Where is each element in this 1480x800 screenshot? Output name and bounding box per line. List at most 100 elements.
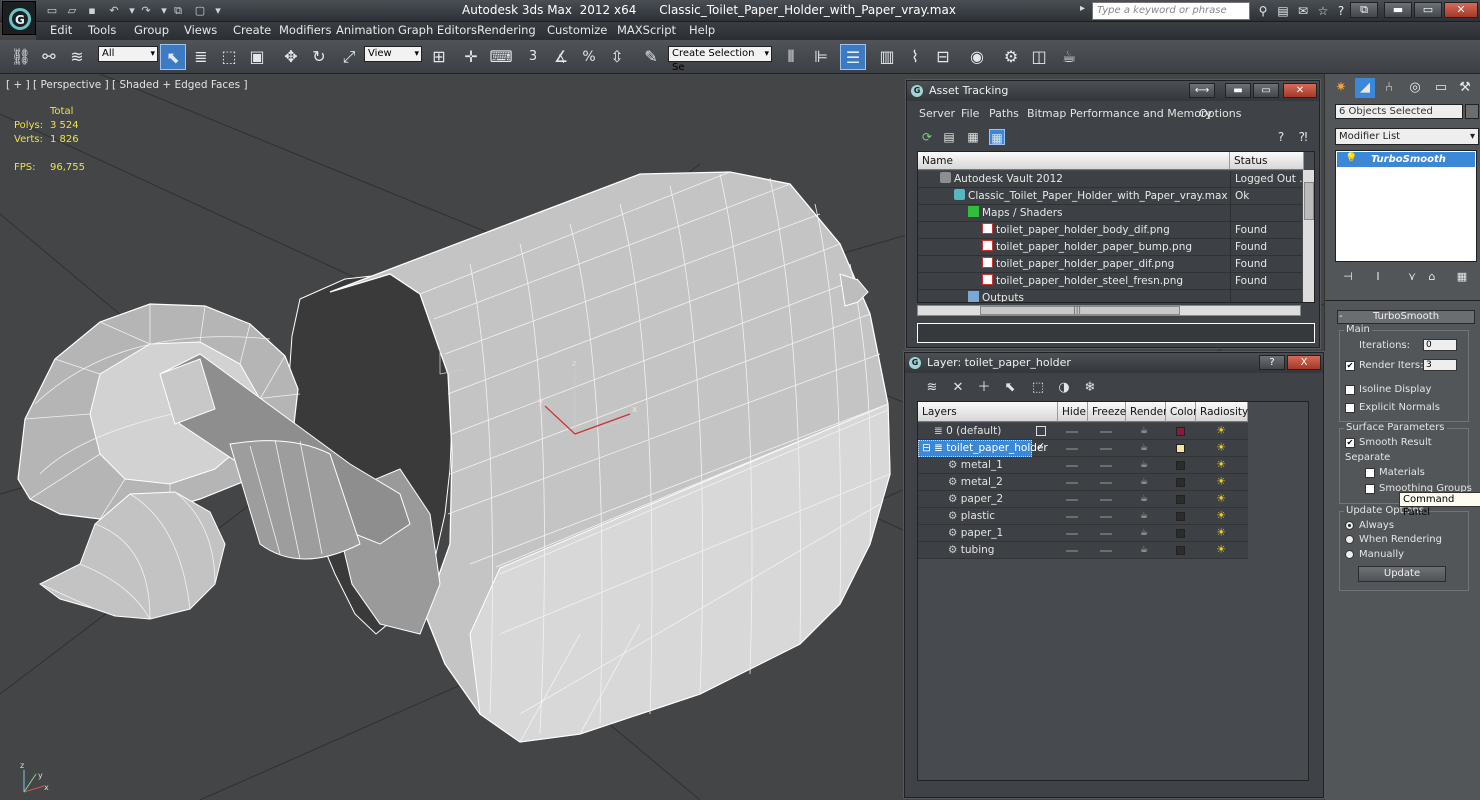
layer-color-swatch[interactable] bbox=[1176, 546, 1185, 555]
render-teapot-icon[interactable]: ☕ bbox=[1140, 512, 1152, 521]
freeze-toggle[interactable] bbox=[1100, 499, 1112, 501]
select-and-move-icon[interactable]: ✥ bbox=[278, 44, 304, 70]
layer-row[interactable]: ⚙ tubing ☕ ☀ bbox=[918, 542, 1248, 559]
render-iters-spinner[interactable]: 3 bbox=[1423, 359, 1457, 371]
freeze-toggle[interactable] bbox=[1100, 448, 1112, 450]
asset-help-icon[interactable]: ? bbox=[1273, 129, 1289, 145]
hide-toggle[interactable] bbox=[1066, 431, 1078, 433]
render-teapot-icon[interactable]: ☕ bbox=[1140, 546, 1152, 555]
radiosity-sun-icon[interactable]: ☀ bbox=[1214, 442, 1228, 454]
freeze-toggle[interactable] bbox=[1100, 550, 1112, 552]
asset-question-icon[interactable]: ⁈ bbox=[1295, 129, 1311, 145]
asset-menu-file[interactable]: File bbox=[961, 107, 979, 120]
render-teapot-icon[interactable]: ☕ bbox=[1140, 461, 1152, 470]
edit-named-selection-icon[interactable]: ✎ bbox=[638, 44, 664, 70]
asset-menu-bitmap[interactable]: Bitmap Performance and Memory bbox=[1027, 107, 1212, 120]
render-teapot-icon[interactable]: ☕ bbox=[1140, 495, 1152, 504]
asset-minimize-button[interactable]: ▬ bbox=[1225, 83, 1251, 98]
window-restore-button[interactable]: ⧉ bbox=[1350, 2, 1378, 18]
unlink-icon[interactable]: ⚯ bbox=[36, 44, 62, 70]
mirror-icon[interactable]: ⫴ bbox=[778, 44, 804, 70]
viewport-label-menu[interactable]: [ + ] [ Perspective ] [ Shaded + Edged F… bbox=[6, 79, 248, 91]
table-row[interactable]: toilet_paper_holder_steel_fresn.png Foun… bbox=[918, 273, 1302, 290]
collapse-icon[interactable]: - bbox=[1339, 311, 1343, 322]
app-logo-icon[interactable]: G bbox=[2, 1, 36, 35]
layer-manager-icon[interactable]: ☰ bbox=[840, 44, 866, 70]
scroll-thumb[interactable]: ||| bbox=[980, 305, 1180, 315]
motion-tab-icon[interactable]: ◎ bbox=[1405, 78, 1425, 98]
redo-icon[interactable]: ↷ bbox=[138, 3, 154, 18]
keyboard-shortcut-override-icon[interactable]: ⌨ bbox=[488, 44, 514, 70]
window-crossing-icon[interactable]: ▣ bbox=[244, 44, 270, 70]
layer-color-swatch[interactable] bbox=[1176, 427, 1185, 436]
smooth-result-checkbox[interactable]: ✔ bbox=[1345, 438, 1355, 448]
layer-row-selected[interactable]: ⊟ ≣ toilet_paper_holder ✓ ☕ ☀ bbox=[918, 440, 1248, 457]
curve-editor-icon[interactable]: ⌇ bbox=[902, 44, 928, 70]
column-header-radiosity[interactable]: Radiosity bbox=[1196, 402, 1248, 422]
select-and-link-icon[interactable]: ⛓ bbox=[8, 44, 34, 70]
explicit-normals-checkbox[interactable] bbox=[1345, 403, 1355, 413]
column-header-color[interactable]: Color bbox=[1166, 402, 1197, 422]
reference-coordinate-dropdown[interactable]: View bbox=[364, 46, 422, 62]
delete-layer-icon[interactable]: ✕ bbox=[949, 379, 967, 397]
menu-modifiers[interactable]: Modifiers bbox=[279, 23, 332, 37]
named-selection-set-dropdown[interactable]: Create Selection Se bbox=[668, 46, 772, 73]
configure-sets-icon[interactable]: ▦ bbox=[1455, 270, 1469, 284]
utilities-tab-icon[interactable]: ⚒ bbox=[1455, 78, 1475, 98]
refresh-icon[interactable]: ⟳ bbox=[919, 129, 935, 145]
radiosity-sun-icon[interactable]: ☀ bbox=[1214, 493, 1228, 505]
layer-close-button[interactable]: X bbox=[1287, 355, 1321, 370]
project-folder-icon[interactable]: ▢ bbox=[192, 3, 208, 18]
schematic-view-icon[interactable]: ⊟ bbox=[930, 44, 956, 70]
layer-color-swatch[interactable] bbox=[1176, 512, 1185, 521]
rollout-header[interactable]: TurboSmooth bbox=[1337, 310, 1475, 324]
subscription-icon[interactable]: ▤ bbox=[1274, 3, 1292, 19]
table-row[interactable]: toilet_paper_holder_paper_bump.png Found bbox=[918, 239, 1302, 256]
angle-snap-icon[interactable]: ∡ bbox=[548, 44, 574, 70]
update-button[interactable]: Update bbox=[1358, 566, 1446, 582]
radiosity-sun-icon[interactable]: ☀ bbox=[1214, 544, 1228, 556]
hide-toggle[interactable] bbox=[1066, 465, 1078, 467]
favorites-star-icon[interactable]: ☆ bbox=[1314, 3, 1332, 19]
menu-views[interactable]: Views bbox=[184, 23, 217, 37]
menu-rendering[interactable]: Rendering bbox=[477, 23, 536, 37]
hide-toggle[interactable] bbox=[1066, 550, 1078, 552]
tree-view-icon[interactable]: ▦ bbox=[965, 129, 981, 145]
column-header-render[interactable]: Render bbox=[1126, 402, 1167, 422]
table-row[interactable]: Classic_Toilet_Paper_Holder_with_Paper_v… bbox=[918, 188, 1302, 205]
freeze-unfreeze-all-icon[interactable]: ❄ bbox=[1081, 379, 1099, 397]
rendered-frame-window-icon[interactable]: ◫ bbox=[1026, 44, 1052, 70]
collapse-minus-icon[interactable]: ⊟ bbox=[922, 442, 934, 454]
radiosity-sun-icon[interactable]: ☀ bbox=[1214, 476, 1228, 488]
hide-toggle[interactable] bbox=[1066, 448, 1078, 450]
hold-icon[interactable]: ⧉ bbox=[170, 3, 186, 18]
layer-row[interactable]: ⚙ metal_1 ☕ ☀ bbox=[918, 457, 1248, 474]
smoothing-groups-checkbox[interactable] bbox=[1365, 484, 1375, 494]
spinner-snap-icon[interactable]: ⇳ bbox=[604, 44, 630, 70]
hierarchy-tab-icon[interactable]: ⑃ bbox=[1379, 78, 1399, 98]
pin-stack-icon[interactable]: ⊣ bbox=[1341, 270, 1355, 284]
asset-horizontal-scrollbar[interactable]: ||| bbox=[917, 305, 1301, 316]
layer-color-swatch[interactable] bbox=[1176, 478, 1185, 487]
add-selected-to-layer-icon[interactable]: ＋ bbox=[975, 379, 993, 397]
menu-edit[interactable]: Edit bbox=[50, 23, 72, 37]
menu-create[interactable]: Create bbox=[233, 23, 271, 37]
current-layer-box[interactable] bbox=[1036, 426, 1046, 436]
menu-animation[interactable]: Animation bbox=[336, 23, 395, 37]
layer-row[interactable]: ⚙ paper_2 ☕ ☀ bbox=[918, 491, 1248, 508]
manually-radio[interactable] bbox=[1345, 550, 1354, 559]
bind-space-warp-icon[interactable]: ≋ bbox=[64, 44, 90, 70]
list-view-icon[interactable]: ▤ bbox=[941, 129, 957, 145]
communication-center-icon[interactable]: ✉ bbox=[1294, 3, 1312, 19]
menu-customize[interactable]: Customize bbox=[547, 23, 607, 37]
isoline-display-checkbox[interactable] bbox=[1345, 385, 1355, 395]
graphite-modeling-icon[interactable]: ▥ bbox=[874, 44, 900, 70]
layer-color-swatch[interactable] bbox=[1176, 529, 1185, 538]
menu-group[interactable]: Group bbox=[134, 23, 169, 37]
modifier-stack[interactable]: TurboSmooth 💡 bbox=[1335, 150, 1477, 262]
make-unique-icon[interactable]: ⋎ bbox=[1405, 270, 1419, 284]
freeze-toggle[interactable] bbox=[1100, 465, 1112, 467]
object-color-swatch[interactable] bbox=[1465, 104, 1479, 119]
align-icon[interactable]: ⊫ bbox=[808, 44, 834, 70]
layer-help-button[interactable]: ? bbox=[1259, 355, 1285, 370]
